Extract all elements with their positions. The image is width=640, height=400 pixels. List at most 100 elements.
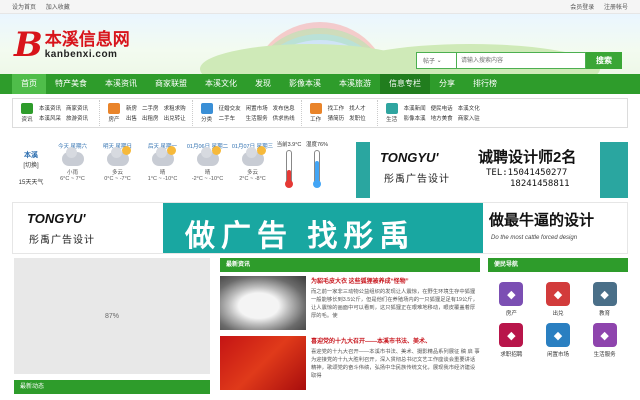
category-link[interactable]: 闲置市场	[246, 104, 268, 112]
nav-item[interactable]: 排行榜	[464, 74, 506, 94]
grid-icon[interactable]: 分类	[199, 101, 215, 125]
news-item[interactable]: 为貂毛皮大衣 这些狐狸被养成“怪物” 而之前一家非三动物公益组织的发现让人震惊，…	[220, 276, 480, 332]
category-link[interactable]: 发布信息	[273, 104, 295, 112]
ad-right-sub: Do the most cattle forced design	[491, 235, 578, 241]
nav-item[interactable]: 特产美食	[46, 74, 96, 94]
news-column: 最新资讯 为貂毛皮大衣 这些狐狸被养成“怪物” 而之前一家非三动物公益组织的发现…	[220, 258, 480, 392]
category-link[interactable]: 二手房	[142, 104, 159, 112]
register-link[interactable]: 注册帐号	[604, 5, 628, 11]
weather-desc: 晴	[204, 170, 211, 176]
service-item[interactable]: ◆ 房产	[488, 282, 535, 317]
category-link[interactable]: 出兑转让	[164, 114, 186, 122]
category-link[interactable]: 供求热线	[273, 114, 295, 122]
forecast-link[interactable]: 15天天气	[12, 177, 50, 186]
nav-item[interactable]: 本溪文化	[196, 74, 246, 94]
humidity-gauge: 湿度76%	[303, 140, 331, 198]
weather-cloud-icon	[241, 146, 266, 166]
ad-headline: 诚聘设计师2名	[478, 149, 577, 166]
nav-item[interactable]: 本溪资讯	[96, 74, 146, 94]
nav-item[interactable]: 本溪旅游	[330, 74, 380, 94]
category-group: 资讯 本溪资讯 商家资讯 本溪风采 旅游资讯	[13, 100, 101, 126]
search-type-select[interactable]: 帖子 ⌄	[416, 52, 456, 69]
nav-item-home[interactable]: 首页	[12, 74, 46, 94]
category-link[interactable]: 影像本溪	[404, 114, 426, 122]
category-link[interactable]: 生活服务	[246, 114, 268, 122]
house-icon[interactable]: 房产	[106, 101, 122, 125]
category-link[interactable]: 二手车	[219, 114, 241, 122]
service-label: 教育	[599, 311, 611, 317]
category-link[interactable]: 出租房	[142, 114, 159, 122]
weather-day: 01月06日 星期二晴-2°C ~ -10°C	[185, 140, 230, 198]
news-summary: 而之前一家非三动物公益组织的发现让人震惊，在野生环境生存中狐狸一般能够长到3.5…	[311, 289, 478, 319]
category-label: 房产	[108, 117, 120, 123]
slider-loading-text: 87%	[104, 312, 119, 320]
search-bar: 帖子 ⌄ 搜索	[416, 52, 622, 69]
ad-brand: TONGYU'	[380, 150, 439, 165]
service-item[interactable]: ◆ 出兑	[535, 282, 582, 317]
services-grid: ◆ 房产 ◆ 出兑 ◆ 教育 ◆ 求职招聘 ◆ 闲置市场 ◆ 生活服务	[488, 272, 628, 358]
add-favorite-link[interactable]: 加入收藏	[46, 5, 70, 11]
category-link[interactable]: 新房	[126, 104, 137, 112]
life-icon[interactable]: 生活	[384, 101, 400, 125]
category-link[interactable]: 地方美食	[431, 114, 453, 122]
category-link[interactable]: 本溪文化	[458, 104, 480, 112]
weather-widget: 本溪[切换] 15天天气今天 星期六小雨6°C ~ 7°C明天 星期日多云0°C …	[12, 140, 352, 198]
weather-city: 本溪	[24, 152, 38, 159]
current-temp: 当前3.9°C	[276, 142, 302, 148]
news-thumbnail[interactable]	[220, 276, 306, 330]
news-item[interactable]: 喜迎党的十九大召开——本溪市书法、美术、 喜迎党的十九大召开——本溪市书法、美术…	[220, 336, 480, 392]
news-title[interactable]: 喜迎党的十九大召开——本溪市书法、美术、	[311, 336, 480, 345]
login-link[interactable]: 会员登录	[570, 5, 594, 11]
news-summary: 喜迎党的十九大召开——本溪市书法、美术、摄影精品系列展征 稿 启 事 为迎接党的…	[311, 349, 480, 379]
service-label: 求职招聘	[500, 352, 523, 358]
city-switch-link[interactable]: [切换]	[12, 160, 50, 169]
news-thumbnail[interactable]	[220, 336, 306, 390]
advert-banner[interactable]: TONGYU' 彤禹广告设计 做广告 找彤禹 做最牛逼的设计 Do the mo…	[12, 202, 628, 254]
weather-ad-row: 本溪[切换] 15天天气今天 星期六小雨6°C ~ 7°C明天 星期日多云0°C …	[12, 140, 628, 198]
nav-item[interactable]: 商家联盟	[146, 74, 196, 94]
thermometer-icon	[285, 150, 293, 188]
set-homepage-link[interactable]: 设为首页	[12, 5, 36, 11]
category-label: 分类	[201, 117, 213, 123]
services-header: 便民导航	[488, 258, 628, 272]
recruit-ad-banner[interactable]: TONGYU' 彤禹广告设计 诚聘设计师2名 TEL:15041450277 18…	[356, 142, 628, 198]
category-link[interactable]: 旅游资讯	[66, 114, 88, 122]
category-link[interactable]: 猜简历	[328, 114, 345, 122]
category-link[interactable]: 便民电话	[431, 104, 453, 112]
category-link[interactable]: 求租求购	[164, 104, 186, 112]
service-item[interactable]: ◆ 闲置市场	[535, 323, 582, 358]
category-link[interactable]: 征婚交友	[219, 104, 241, 112]
service-item[interactable]: ◆ 求职招聘	[488, 323, 535, 358]
service-label: 房产	[505, 311, 517, 317]
weather-cloud-icon	[61, 147, 84, 166]
ad-brand-cn: 彤禹广告设计	[29, 235, 95, 246]
category-link[interactable]: 本溪新闻	[404, 104, 426, 112]
search-button[interactable]: 搜索	[586, 52, 622, 69]
category-link[interactable]: 发职位	[349, 114, 366, 122]
weather-cloud-icon	[196, 146, 221, 166]
image-slider[interactable]: 87%	[14, 258, 210, 374]
nav-item[interactable]: 影像本溪	[280, 74, 330, 94]
category-link[interactable]: 商家入驻	[458, 114, 480, 122]
weather-temp: 0°C ~ -7°C	[104, 176, 131, 182]
category-link[interactable]: 找人才	[349, 104, 366, 112]
category-link[interactable]: 本溪资讯	[39, 104, 61, 112]
ad-slogan: 做广告 找彤禹	[185, 220, 416, 253]
service-item[interactable]: ◆ 生活服务	[581, 323, 628, 358]
category-bar: 资讯 本溪资讯 商家资讯 本溪风采 旅游资讯 房产 新房 二手房 求租求购 出售 出租房 出兑转让 分类…	[12, 98, 628, 128]
site-logo[interactable]: B 本溪信息网 kanbenxi.com	[14, 28, 130, 62]
logo-domain: kanbenxi.com	[44, 49, 118, 60]
category-link[interactable]: 出售	[126, 114, 137, 122]
nav-item-info-column[interactable]: 信息专栏	[380, 74, 430, 94]
category-link[interactable]: 找工作	[328, 104, 345, 112]
service-label: 闲置市场	[546, 352, 569, 358]
category-link[interactable]: 本溪风采	[39, 114, 61, 122]
nav-item[interactable]: 分享	[430, 74, 464, 94]
job-icon[interactable]: 工作	[308, 101, 324, 125]
service-item[interactable]: ◆ 教育	[581, 282, 628, 317]
search-input[interactable]	[456, 52, 586, 69]
category-link[interactable]: 商家资讯	[66, 104, 88, 112]
nav-item[interactable]: 发现	[246, 74, 280, 94]
news-title[interactable]: 为貂毛皮大衣 这些狐狸被养成“怪物”	[311, 276, 480, 285]
news-icon[interactable]: 资讯	[19, 101, 35, 125]
